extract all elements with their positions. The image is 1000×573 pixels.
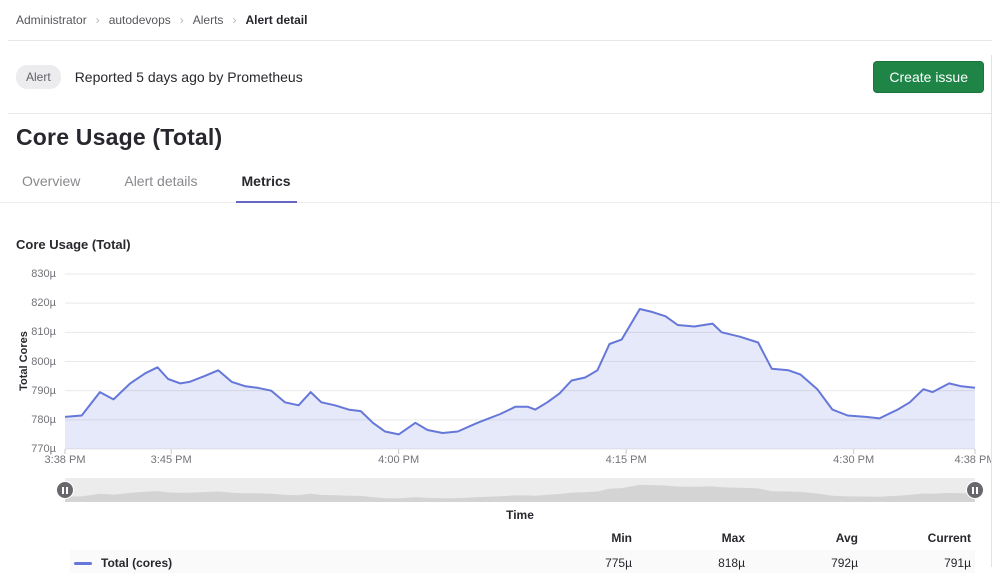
legend-value-avg: 792µ (745, 556, 858, 570)
y-axis-tick-label: 820µ (0, 297, 56, 309)
legend-header-avg: Avg (745, 531, 858, 545)
content-right-border (991, 55, 992, 567)
breadcrumb-separator-icon: › (180, 13, 184, 27)
breadcrumb-separator-icon: › (96, 13, 100, 27)
chart-title: Core Usage (Total) (16, 237, 984, 252)
y-axis-tick-label: 790µ (0, 385, 56, 397)
alert-detail-tabs: Overview Alert details Metrics (0, 163, 1000, 203)
y-axis-tick-label: 780µ (0, 414, 56, 426)
legend-value-max: 818µ (632, 556, 745, 570)
x-axis-tick-label: 4:15 PM (596, 454, 656, 466)
breadcrumb-administrator[interactable]: Administrator (16, 13, 87, 27)
series-label: Total (cores) (101, 556, 172, 570)
tab-metrics[interactable]: Metrics (236, 163, 297, 203)
legend-header-max: Max (632, 531, 745, 545)
x-axis-tick-label: 4:00 PM (369, 454, 429, 466)
alert-reported-text: Reported 5 days ago by Prometheus (75, 69, 303, 85)
scrubber-handle-left[interactable] (56, 481, 74, 499)
legend-header-current: Current (858, 531, 971, 545)
breadcrumb-autodevops[interactable]: autodevops (109, 13, 171, 27)
legend-header-min: Min (519, 531, 632, 545)
tab-alert-details[interactable]: Alert details (118, 163, 203, 202)
breadcrumb-alert-detail: Alert detail (245, 13, 307, 27)
alert-status-badge: Alert (16, 65, 61, 89)
breadcrumb-alerts[interactable]: Alerts (193, 13, 224, 27)
y-axis-tick-label: 810µ (0, 326, 56, 338)
metrics-legend-table: Min Max Avg Current Total (cores) 775µ 8… (70, 528, 975, 573)
y-axis-tick-label: 800µ (0, 356, 56, 368)
legend-value-min: 775µ (519, 556, 632, 570)
legend-series-name: Total (cores) (74, 556, 519, 570)
legend-row-total-cores[interactable]: Total (cores) 775µ 818µ 792µ 791µ (70, 550, 975, 573)
legend-header-row: Min Max Avg Current (70, 528, 975, 550)
scrubber-handle-right[interactable] (966, 481, 984, 499)
legend-value-current: 791µ (858, 556, 971, 570)
tab-overview[interactable]: Overview (16, 163, 86, 202)
breadcrumb-separator-icon: › (232, 13, 236, 27)
chart-plot-area[interactable] (0, 262, 992, 472)
x-axis-title: Time (65, 508, 975, 522)
scrubber-minichart (65, 478, 975, 507)
x-axis-tick-label: 3:38 PM (35, 454, 95, 466)
x-axis-tick-label: 4:30 PM (824, 454, 884, 466)
alert-bar-divider (8, 113, 992, 114)
create-issue-button[interactable]: Create issue (873, 61, 984, 93)
page-title: Core Usage (Total) (16, 124, 984, 151)
x-axis-tick-label: 4:38 PM (945, 454, 992, 466)
alert-header-bar: Alert Reported 5 days ago by Prometheus … (0, 41, 1000, 113)
metrics-chart[interactable]: Total Cores 830µ820µ810µ800µ790µ780µ770µ… (0, 262, 992, 472)
breadcrumb: Administrator › autodevops › Alerts › Al… (0, 0, 1000, 40)
y-axis-tick-label: 830µ (0, 268, 56, 280)
series-color-line-icon (74, 562, 92, 565)
x-axis-tick-label: 3:45 PM (141, 454, 201, 466)
chart-zoom-scrubber[interactable] (65, 478, 975, 502)
